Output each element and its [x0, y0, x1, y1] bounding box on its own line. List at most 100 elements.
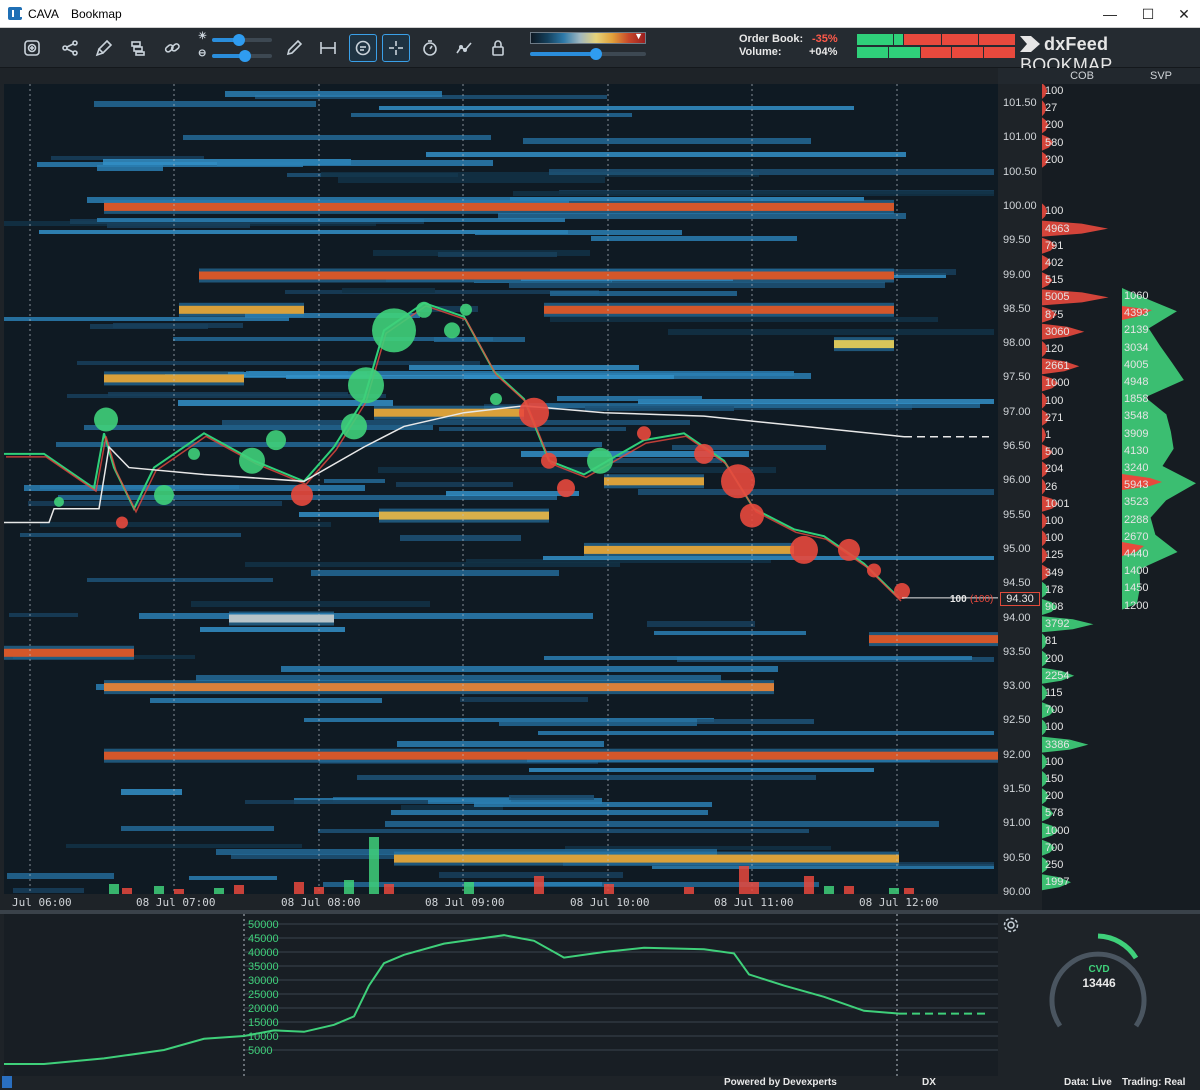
liquidity-level [229, 614, 334, 623]
last-trade-size: 100 [950, 594, 967, 605]
heatmap-canvas[interactable]: 100 (100) [4, 84, 998, 910]
trade-bubble [460, 303, 472, 316]
liquidity-band [513, 191, 994, 196]
share-icon[interactable] [56, 34, 84, 62]
cob-value: 204 [1045, 463, 1064, 476]
cvd-y-label: 15000 [248, 1017, 279, 1029]
svp-value: 4393 [1124, 307, 1149, 320]
lock-icon[interactable] [484, 34, 512, 62]
liquidity-band [538, 731, 994, 735]
liquidity-band [66, 844, 302, 848]
pencil-icon[interactable] [280, 34, 308, 62]
liquidity-band [225, 91, 442, 97]
chevron-down-icon[interactable]: ▼ [634, 31, 643, 41]
liquidity-band [9, 613, 78, 617]
layers-icon[interactable] [124, 34, 152, 62]
brightness-slider[interactable] [212, 34, 272, 46]
contrast-icon: ⊖ [198, 48, 207, 59]
liquidity-band [523, 138, 811, 144]
liquidity-band [200, 627, 345, 632]
cob-value: 200 [1045, 652, 1064, 665]
liquidity-band [28, 501, 282, 506]
liquidity-band [439, 872, 623, 878]
price-label: 99.00 [1003, 268, 1031, 281]
liquidity-band [40, 522, 331, 527]
cob-value: 3386 [1045, 738, 1070, 751]
liquidity-band [549, 169, 994, 175]
liquidity-level [834, 340, 894, 349]
price-label: 94.50 [1003, 577, 1031, 590]
volume-bar [294, 882, 304, 894]
heatmap-color-scale[interactable]: ▼ [530, 31, 646, 44]
liquidity-band [475, 230, 682, 235]
price-axis-header [998, 68, 1042, 84]
cvd-chart[interactable]: 50000 45000 40000 35000 30000 25000 20000 15000… [4, 914, 998, 1076]
svp-column-header[interactable]: SVP [1122, 68, 1200, 84]
volume-bar [384, 884, 394, 894]
liquidity-band [189, 876, 277, 880]
svp-value: 4440 [1124, 548, 1149, 560]
liquidity-band [397, 741, 604, 747]
liquidity-band [318, 829, 809, 833]
heatmap-threshold-slider[interactable] [530, 48, 646, 60]
liquidity-level [379, 511, 549, 520]
volume-label: Volume: [739, 46, 782, 58]
svp-value: 2139 [1124, 324, 1149, 337]
price-label: 101.00 [1003, 131, 1037, 144]
cob-value: 100 [1045, 205, 1064, 218]
volume-bar [369, 837, 379, 894]
liquidity-band [20, 533, 241, 537]
price-label: 90.00 [1003, 885, 1031, 898]
indicator-icon[interactable] [450, 34, 478, 62]
price-label: 95.50 [1003, 508, 1031, 521]
time-label: 08 Jul 09:00 [425, 896, 505, 909]
cob-value: 81 [1045, 635, 1058, 648]
trade-bubble [894, 583, 910, 600]
cob-value: 3060 [1045, 325, 1070, 338]
liquidity-band [108, 392, 348, 396]
cob-value: 200 [1045, 119, 1064, 132]
trade-bubble [694, 443, 714, 464]
volume-bar [234, 885, 244, 894]
svp-value: 2288 [1124, 513, 1149, 526]
price-label: 98.50 [1003, 302, 1031, 315]
minimize-button[interactable]: — [1092, 0, 1128, 28]
liquidity-band [379, 106, 854, 110]
cob-value: 26 [1045, 480, 1058, 493]
svp-value: 4005 [1124, 358, 1149, 371]
zoom-fit-icon[interactable] [18, 34, 46, 62]
liquidity-band [217, 160, 493, 166]
measure-icon[interactable] [314, 34, 342, 62]
liquidity-band [591, 236, 797, 241]
liquidity-band [222, 420, 690, 425]
cvd-y-label: 20000 [248, 1003, 279, 1015]
cob-value: 100 [1045, 532, 1064, 545]
cob-value: 150 [1045, 773, 1064, 785]
cvd-y-label: 40000 [248, 947, 279, 959]
data-status: Data: Live [1064, 1077, 1112, 1088]
cvd-y-label: 5000 [248, 1045, 272, 1057]
price-axis[interactable]: 101.50 101.00 100.50 100.00 99.50 99.00 98.50 9… [998, 84, 1042, 910]
cob-value: 791 [1045, 239, 1064, 252]
liquidity-band [557, 396, 702, 401]
link-icon[interactable] [158, 34, 186, 62]
chat-icon[interactable] [349, 34, 377, 62]
brush-icon[interactable] [90, 34, 118, 62]
svp-value: 2670 [1124, 530, 1149, 543]
heatmap-chart[interactable]: 100(100) 18000 [4, 84, 998, 910]
cob-column-header[interactable]: COB [1042, 68, 1122, 84]
close-button[interactable]: ✕ [1166, 0, 1200, 28]
maximize-button[interactable]: ☐ [1130, 0, 1166, 28]
cob-value: 1001 [1045, 497, 1070, 510]
trade-bubble [291, 484, 313, 507]
time-label: 08 Jul 10:00 [570, 896, 650, 909]
trade-bubble [444, 322, 460, 339]
stopwatch-icon[interactable] [416, 34, 444, 62]
crosshair-icon[interactable] [382, 34, 410, 62]
cvd-y-label: 30000 [248, 975, 279, 987]
liquidity-band [94, 101, 316, 107]
contrast-slider[interactable] [212, 50, 272, 62]
liquidity-band [13, 888, 84, 893]
cvd-line [4, 934, 900, 1065]
liquidity-band [286, 375, 674, 379]
